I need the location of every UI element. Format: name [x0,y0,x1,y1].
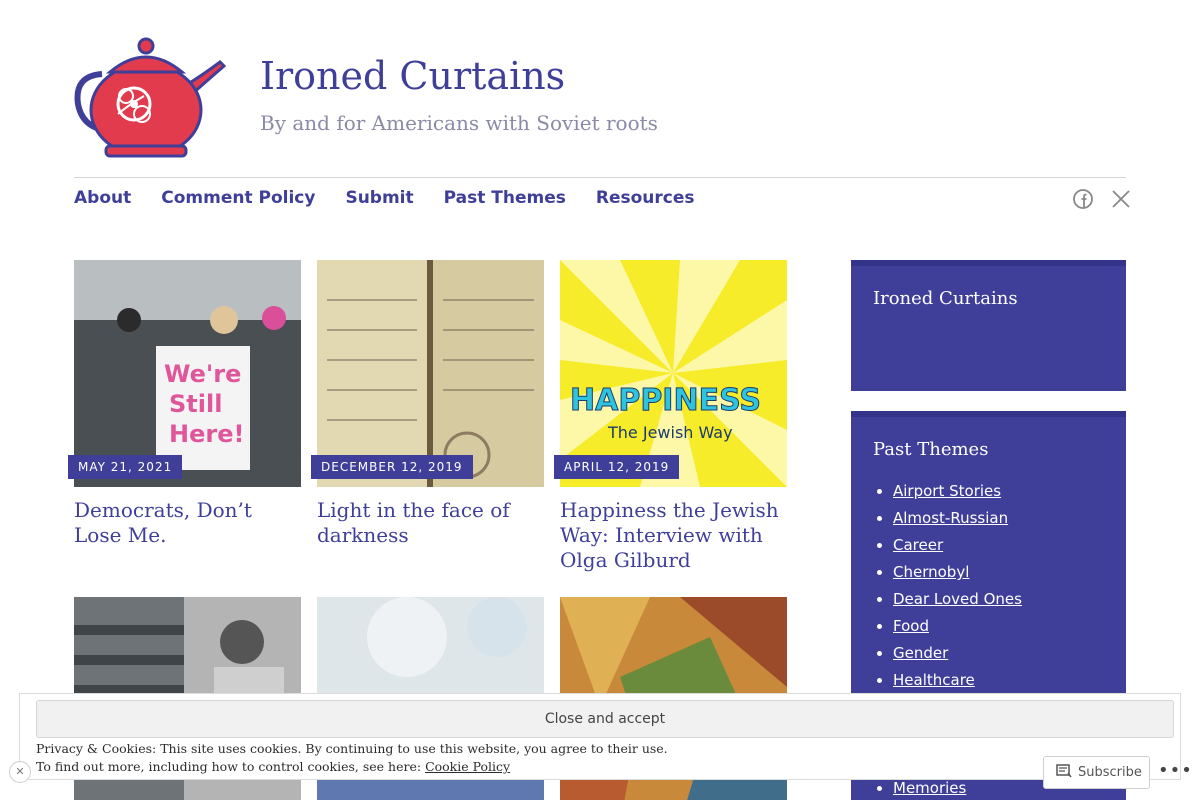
theme-link[interactable]: Memories [893,779,966,797]
site-header: Ironed Curtains By and for Americans wit… [74,34,1126,164]
cookie-banner: Close and accept Privacy & Cookies: This… [19,693,1181,780]
list-item: Dear Loved Ones [893,586,1126,613]
site-title[interactable]: Ironed Curtains [260,54,565,98]
cookie-policy-link[interactable]: Cookie Policy [425,759,510,774]
nav-item-past-themes[interactable]: Past Themes [444,188,566,214]
theme-link[interactable]: Gender [893,644,948,662]
nav-item-comment-policy[interactable]: Comment Policy [161,188,315,214]
post-thumbnail[interactable]: HAPPINESS The Jewish Way [560,260,787,487]
main-nav: About Comment Policy Submit Past Themes … [74,188,695,214]
cookie-line-2-text: To find out more, including how to contr… [36,759,422,774]
post-title[interactable]: Light in the face of darkness [317,498,544,548]
cookie-notice: Privacy & Cookies: This site uses cookie… [36,740,668,776]
post-title[interactable]: Happiness the Jewish Way: Interview with… [560,498,787,573]
theme-link[interactable]: Almost-Russian [893,509,1008,527]
close-and-accept-button[interactable]: Close and accept [36,700,1174,738]
theme-link[interactable]: Career [893,536,943,554]
widget-title: Past Themes [873,439,989,460]
svg-text:Here!: Here! [169,420,244,448]
more-options-icon[interactable]: ••• [1158,760,1193,781]
list-item: Healthcare [893,667,1126,694]
post-thumbnail[interactable] [317,260,544,487]
facebook-icon[interactable] [1072,188,1094,210]
close-icon[interactable]: ✕ [9,761,31,783]
teapot-logo[interactable] [74,34,227,160]
subscribe-icon [1056,763,1072,782]
post-date[interactable]: DECEMBER 12, 2019 [311,455,473,479]
list-item: Gender [893,640,1126,667]
theme-link[interactable]: Dear Loved Ones [893,590,1022,608]
theme-link[interactable]: Food [893,617,929,635]
post-date[interactable]: MAY 21, 2021 [68,455,183,479]
cookie-line-1: Privacy & Cookies: This site uses cookie… [36,741,668,756]
nav-divider [74,177,1126,178]
social-links [1072,188,1132,210]
theme-link[interactable]: Healthcare [893,671,975,689]
svg-text:HAPPINESS: HAPPINESS [570,383,761,418]
theme-link[interactable]: Chernobyl [893,563,969,581]
subscribe-label: Subscribe [1078,765,1142,780]
subscribe-button[interactable]: Subscribe [1043,756,1150,789]
list-item: Career [893,532,1126,559]
theme-link[interactable]: Airport Stories [893,482,1001,500]
list-item: Food [893,613,1126,640]
widget-title: Ironed Curtains [873,288,1018,309]
x-icon[interactable] [1110,188,1132,210]
cookie-line-2: To find out more, including how to contr… [36,758,668,776]
list-item: Almost-Russian [893,505,1126,532]
list-item: Chernobyl [893,559,1126,586]
post-title[interactable]: Democrats, Don’t Lose Me. [74,498,301,548]
svg-text:Still: Still [169,390,222,418]
nav-item-resources[interactable]: Resources [596,188,695,214]
post-date[interactable]: APRIL 12, 2019 [554,455,680,479]
svg-text:The Jewish Way: The Jewish Way [607,423,733,442]
nav-item-about[interactable]: About [74,188,131,214]
svg-text:We're: We're [164,360,241,388]
sidebar-widget-about: Ironed Curtains [851,260,1126,391]
site-description: By and for Americans with Soviet roots [260,111,658,135]
list-item: Airport Stories [893,478,1126,505]
post-thumbnail[interactable]: We're Still Here! [74,260,301,487]
nav-item-submit[interactable]: Submit [345,188,413,214]
